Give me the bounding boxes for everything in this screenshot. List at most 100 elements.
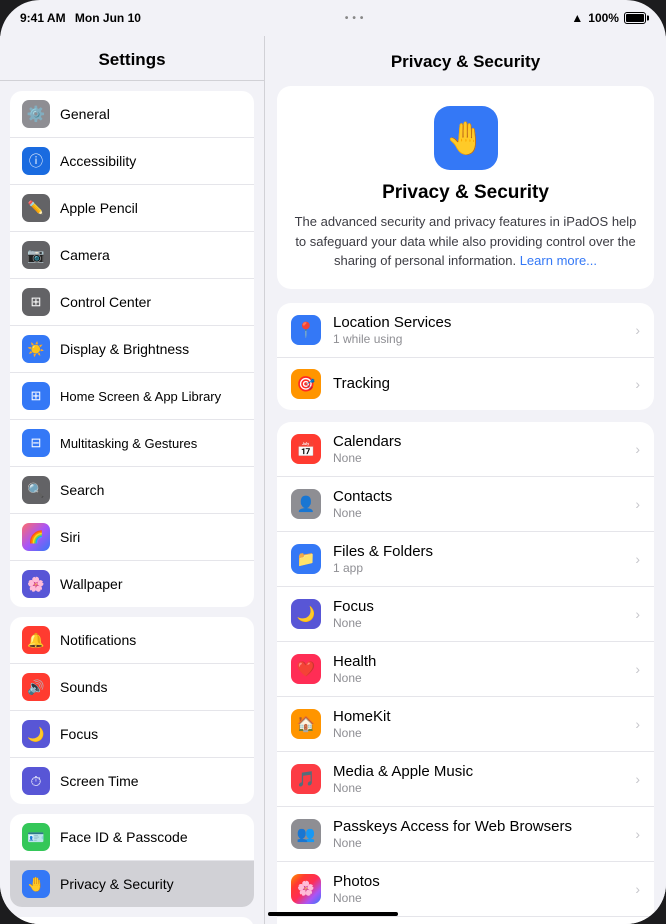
- calendars-chevron: ›: [635, 441, 640, 457]
- homekit-subtitle: None: [333, 726, 623, 740]
- content-group-permissions: 📅 Calendars None › 👤 Contacts None ›: [277, 422, 654, 924]
- right-panel[interactable]: Privacy & Security 🤚 Privacy & Security …: [265, 36, 666, 924]
- privacy-label: Privacy & Security: [60, 876, 242, 892]
- accessibility-icon: ⓘ: [22, 147, 50, 175]
- tracking-text: Tracking: [333, 375, 623, 392]
- learn-more-link[interactable]: Learn more...: [520, 253, 597, 268]
- right-panel-title: Privacy & Security: [277, 52, 654, 72]
- media-music-icon: 🎵: [291, 764, 321, 794]
- passkeys-title: Passkeys Access for Web Browsers: [333, 818, 623, 835]
- contacts-row[interactable]: 👤 Contacts None ›: [277, 477, 654, 532]
- multitasking-label: Multitasking & Gestures: [60, 436, 242, 451]
- sidebar-item-screen-time[interactable]: ⏱ Screen Time: [10, 758, 254, 804]
- home-screen-icon: ⊞: [22, 382, 50, 410]
- tracking-title: Tracking: [333, 375, 623, 392]
- focus-label: Focus: [60, 726, 242, 742]
- status-center-dots: •••: [345, 13, 368, 24]
- health-row[interactable]: ❤️ Health None ›: [277, 642, 654, 697]
- hero-icon: 🤚: [434, 106, 498, 170]
- homekit-title: HomeKit: [333, 708, 623, 725]
- sidebar-item-accessibility[interactable]: ⓘ Accessibility: [10, 138, 254, 185]
- search-label: Search: [60, 482, 242, 498]
- sidebar-item-siri[interactable]: 🌈 Siri: [10, 514, 254, 561]
- sidebar-item-camera[interactable]: 📷 Camera: [10, 232, 254, 279]
- calendars-row[interactable]: 📅 Calendars None ›: [277, 422, 654, 477]
- notifications-icon: 🔔: [22, 626, 50, 654]
- sidebar-item-wallpaper[interactable]: 🌸 Wallpaper: [10, 561, 254, 607]
- focus-row-title: Focus: [333, 598, 623, 615]
- location-services-chevron: ›: [635, 322, 640, 338]
- hero-description: The advanced security and privacy featur…: [293, 212, 638, 271]
- photos-text: Photos None: [333, 873, 623, 905]
- files-folders-title: Files & Folders: [333, 543, 623, 560]
- location-services-subtitle: 1 while using: [333, 332, 623, 346]
- location-services-row[interactable]: 📍 Location Services 1 while using ›: [277, 303, 654, 358]
- passkeys-subtitle: None: [333, 836, 623, 850]
- display-icon: ☀️: [22, 335, 50, 363]
- calendars-subtitle: None: [333, 451, 623, 465]
- sidebar-item-multitasking[interactable]: ⊟ Multitasking & Gestures: [10, 420, 254, 467]
- passkeys-text: Passkeys Access for Web Browsers None: [333, 818, 623, 850]
- control-center-label: Control Center: [60, 294, 242, 310]
- files-folders-text: Files & Folders 1 app: [333, 543, 623, 575]
- sidebar-item-display[interactable]: ☀️ Display & Brightness: [10, 326, 254, 373]
- reminders-row[interactable]: 📋 Reminders None ›: [277, 917, 654, 924]
- tracking-row[interactable]: 🎯 Tracking ›: [277, 358, 654, 410]
- health-chevron: ›: [635, 661, 640, 677]
- wallpaper-label: Wallpaper: [60, 576, 242, 592]
- status-bar: 9:41 AM Mon Jun 10 ••• ▲ 100%: [0, 0, 666, 36]
- homekit-row[interactable]: 🏠 HomeKit None ›: [277, 697, 654, 752]
- calendars-title: Calendars: [333, 433, 623, 450]
- contacts-title: Contacts: [333, 488, 623, 505]
- sidebar-item-app-store[interactable]: Ⓐ App Store: [10, 917, 254, 924]
- location-services-icon: 📍: [291, 315, 321, 345]
- contacts-icon: 👤: [291, 489, 321, 519]
- sidebar-item-notifications[interactable]: 🔔 Notifications: [10, 617, 254, 664]
- status-right: ▲ 100%: [571, 11, 646, 25]
- contacts-text: Contacts None: [333, 488, 623, 520]
- health-title: Health: [333, 653, 623, 670]
- focus-row[interactable]: 🌙 Focus None ›: [277, 587, 654, 642]
- home-indicator: [268, 912, 398, 916]
- sidebar-item-general[interactable]: ⚙️ General: [10, 91, 254, 138]
- hero-title: Privacy & Security: [293, 182, 638, 204]
- files-folders-row[interactable]: 📁 Files & Folders 1 app ›: [277, 532, 654, 587]
- sounds-icon: 🔊: [22, 673, 50, 701]
- sidebar-scroll[interactable]: ⚙️ General ⓘ Accessibility ✏️ Apple Penc…: [0, 81, 264, 924]
- search-icon: 🔍: [22, 476, 50, 504]
- siri-label: Siri: [60, 529, 242, 545]
- notifications-label: Notifications: [60, 632, 242, 648]
- apple-pencil-label: Apple Pencil: [60, 200, 242, 216]
- privacy-icon: 🤚: [22, 870, 50, 898]
- sidebar-group-1: ⚙️ General ⓘ Accessibility ✏️ Apple Penc…: [10, 91, 254, 607]
- photos-chevron: ›: [635, 881, 640, 897]
- sidebar-item-home-screen[interactable]: ⊞ Home Screen & App Library: [10, 373, 254, 420]
- location-services-text: Location Services 1 while using: [333, 314, 623, 346]
- tracking-chevron: ›: [635, 376, 640, 392]
- files-folders-icon: 📁: [291, 544, 321, 574]
- time: 9:41 AM: [20, 11, 66, 25]
- control-center-icon: ⊞: [22, 288, 50, 316]
- sidebar-item-sounds[interactable]: 🔊 Sounds: [10, 664, 254, 711]
- passkeys-icon: 👥: [291, 819, 321, 849]
- media-music-row[interactable]: 🎵 Media & Apple Music None ›: [277, 752, 654, 807]
- photos-icon: 🌸: [291, 874, 321, 904]
- sidebar-item-apple-pencil[interactable]: ✏️ Apple Pencil: [10, 185, 254, 232]
- battery-fill: [626, 14, 644, 22]
- media-music-title: Media & Apple Music: [333, 763, 623, 780]
- location-services-title: Location Services: [333, 314, 623, 331]
- siri-icon: 🌈: [22, 523, 50, 551]
- sidebar-item-privacy[interactable]: 🤚 Privacy & Security: [10, 861, 254, 907]
- sidebar-item-face-id[interactable]: 🪪 Face ID & Passcode: [10, 814, 254, 861]
- sidebar-item-search[interactable]: 🔍 Search: [10, 467, 254, 514]
- screen-time-icon: ⏱: [22, 767, 50, 795]
- photos-row[interactable]: 🌸 Photos None ›: [277, 862, 654, 917]
- homekit-text: HomeKit None: [333, 708, 623, 740]
- passkeys-row[interactable]: 👥 Passkeys Access for Web Browsers None …: [277, 807, 654, 862]
- wallpaper-icon: 🌸: [22, 570, 50, 598]
- sidebar-item-focus[interactable]: 🌙 Focus: [10, 711, 254, 758]
- contacts-chevron: ›: [635, 496, 640, 512]
- focus-icon: 🌙: [22, 720, 50, 748]
- homekit-chevron: ›: [635, 716, 640, 732]
- sidebar-item-control-center[interactable]: ⊞ Control Center: [10, 279, 254, 326]
